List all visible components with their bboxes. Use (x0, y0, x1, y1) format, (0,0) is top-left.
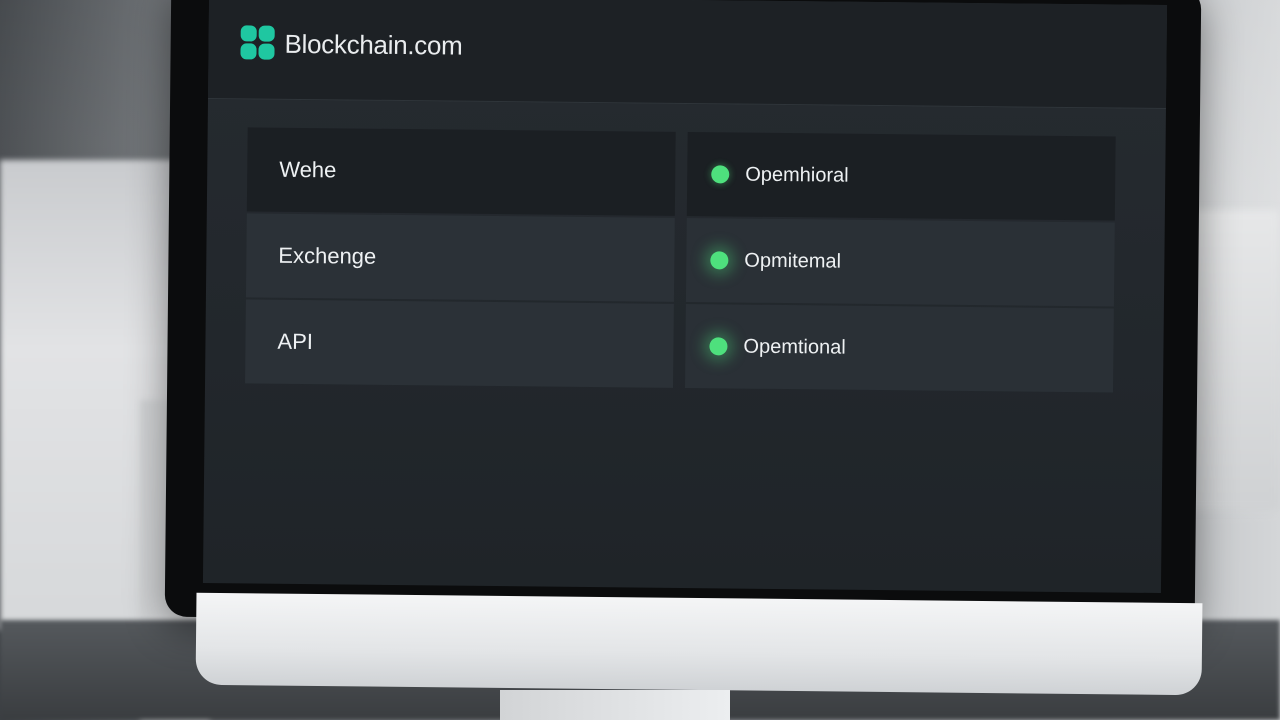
monitor-stand (500, 690, 730, 720)
service-name-cell: API (245, 299, 674, 388)
service-name-cell: Exchenge (245, 213, 675, 302)
monitor-chin (195, 592, 1203, 696)
status-row: Exchenge Opmitemal (245, 213, 1115, 307)
service-status-text: Opemhioral (745, 163, 849, 187)
service-status-cell: Opemtional (685, 304, 1114, 393)
status-dot-icon (710, 251, 729, 270)
blockchain-logo-icon (240, 25, 276, 61)
brand[interactable]: Blockchain.com (240, 25, 463, 63)
status-dot-icon (711, 165, 730, 184)
service-name-cell: Wehe (246, 127, 676, 216)
service-name: Wehe (279, 156, 337, 183)
service-status-table: Wehe Opemhioral Exchenge Opmitemal API O… (245, 127, 1116, 394)
app-header: Blockchain.com (208, 0, 1168, 110)
status-row: Wehe Opemhioral (246, 127, 1116, 221)
status-row: API Opemtional (245, 299, 1114, 393)
empty-content-area (243, 395, 1113, 584)
service-status-text: Opemtional (743, 335, 846, 359)
service-status-cell: Opemhioral (686, 132, 1116, 221)
status-page-screen: Blockchain.com Wehe Opemhioral Exchenge … (202, 0, 1168, 593)
status-dot-icon (709, 337, 728, 356)
service-name: API (277, 328, 314, 355)
service-name: Exchenge (278, 242, 377, 269)
brand-name: Blockchain.com (284, 28, 463, 61)
service-status-text: Opmitemal (744, 249, 842, 273)
service-status-cell: Opmitemal (685, 218, 1115, 307)
